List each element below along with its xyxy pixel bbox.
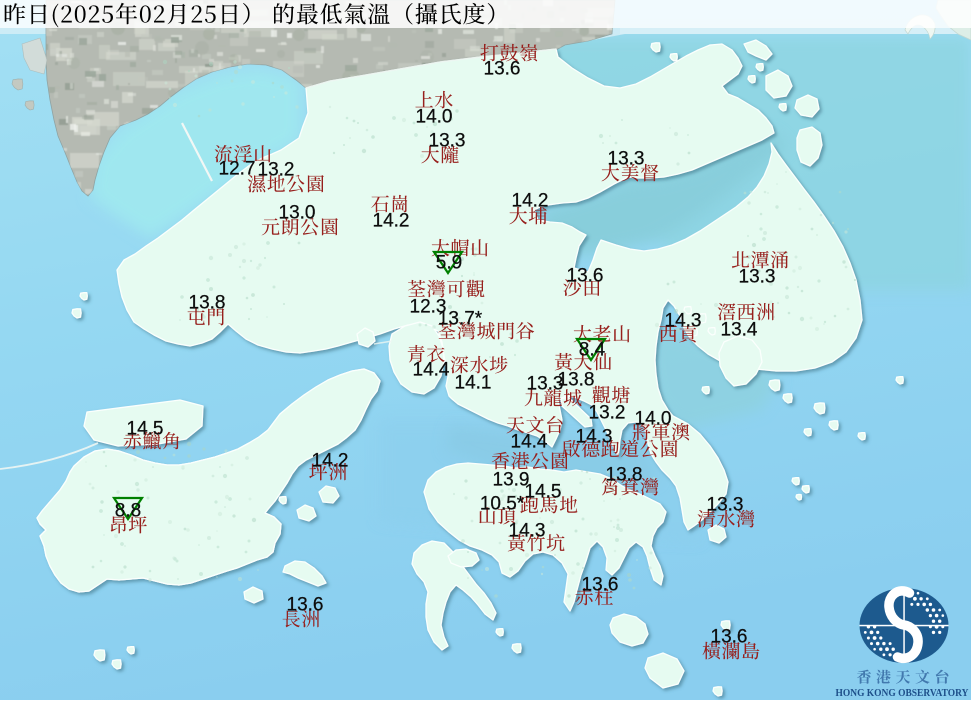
svg-text:13.3: 13.3 (707, 495, 744, 516)
svg-text:13.6: 13.6 (484, 59, 521, 80)
svg-text:14.3: 14.3 (509, 521, 546, 542)
svg-text:14.2: 14.2 (312, 451, 349, 472)
svg-text:13.6: 13.6 (287, 595, 324, 616)
svg-text:13.4: 13.4 (721, 320, 758, 341)
svg-text:13.3: 13.3 (608, 149, 645, 170)
svg-text:13.8: 13.8 (189, 293, 226, 314)
svg-text:HONG KONG OBSERVATORY: HONG KONG OBSERVATORY (836, 687, 969, 699)
svg-text:13.7*: 13.7* (438, 309, 483, 330)
svg-text:14.1: 14.1 (455, 373, 492, 394)
svg-text:14.0: 14.0 (416, 107, 453, 128)
svg-text:14.3: 14.3 (576, 427, 613, 448)
svg-text:14.5: 14.5 (127, 419, 164, 440)
svg-text:13.0: 13.0 (279, 203, 316, 224)
svg-text:13.3: 13.3 (527, 374, 564, 395)
svg-text:12.7: 12.7 (219, 159, 256, 180)
svg-text:10.5*: 10.5* (480, 494, 525, 515)
svg-text:8.8: 8.8 (115, 501, 141, 522)
svg-text:14.0: 14.0 (635, 409, 672, 430)
svg-text:13.8: 13.8 (606, 465, 643, 486)
svg-text:14.2: 14.2 (373, 211, 410, 232)
svg-text:14.2: 14.2 (512, 191, 549, 212)
svg-text:13.2: 13.2 (258, 160, 295, 181)
svg-text:13.3: 13.3 (739, 267, 776, 288)
svg-text:13.6: 13.6 (567, 266, 604, 287)
svg-text:13.3: 13.3 (429, 131, 466, 152)
svg-text:13.6: 13.6 (582, 575, 619, 596)
svg-text:8.4: 8.4 (579, 340, 606, 361)
svg-text:5.9: 5.9 (436, 253, 462, 274)
svg-text:13.2: 13.2 (589, 403, 626, 424)
svg-text:14.4: 14.4 (511, 432, 548, 453)
svg-text:14.4: 14.4 (413, 360, 450, 381)
svg-text:14.5: 14.5 (525, 482, 562, 503)
svg-text:14.3: 14.3 (665, 311, 702, 332)
svg-text:13.6: 13.6 (711, 627, 748, 648)
